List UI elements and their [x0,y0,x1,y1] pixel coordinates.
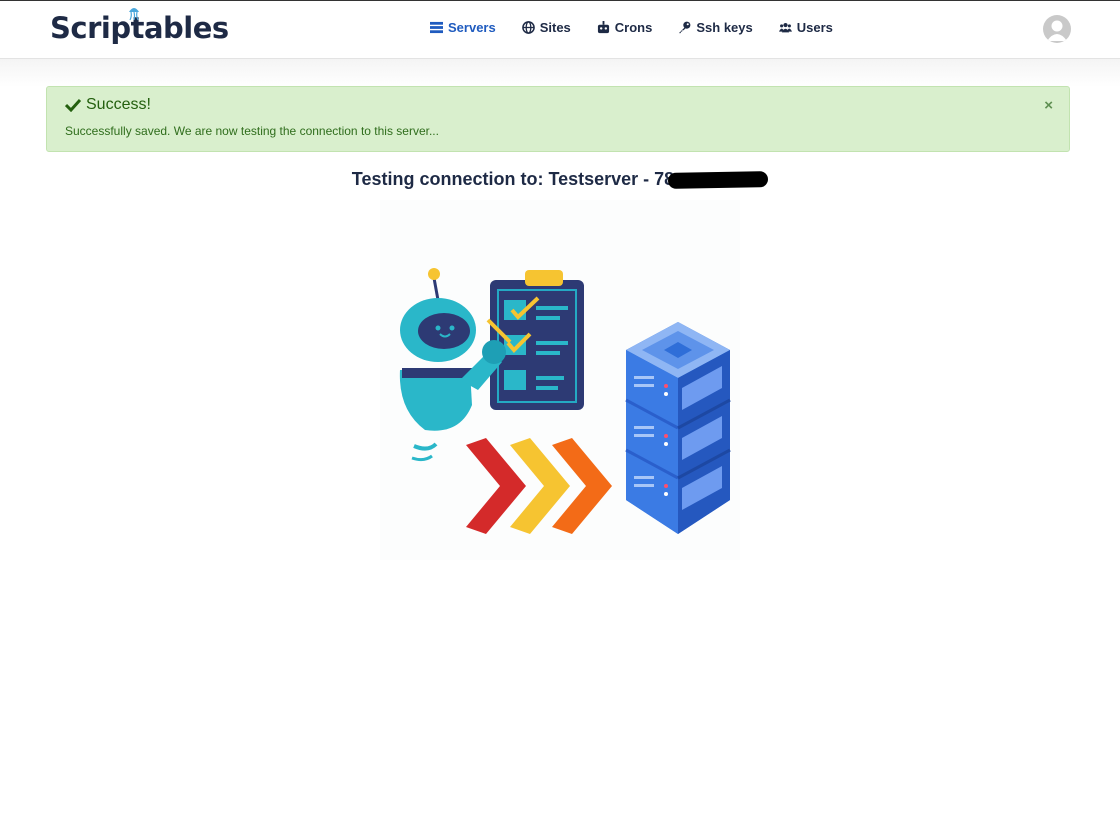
user-avatar[interactable] [1043,15,1071,43]
key-icon [679,21,691,34]
nav-item-users[interactable]: Users [778,20,833,35]
nav-label: Crons [614,20,653,35]
user-icon [1047,20,1067,41]
nav-item-servers[interactable]: Servers [430,20,496,35]
server-icon [430,21,443,34]
jellyfish-icon [129,8,139,21]
success-alert: Success! Successfully saved. We are now … [46,86,1070,152]
globe-icon [521,21,535,34]
close-icon[interactable]: × [1044,97,1053,114]
brand-logo[interactable]: Scriptables [50,8,229,45]
alert-title: Success! [65,96,151,114]
nav-item-crons[interactable]: Crons [597,20,653,35]
nav-item-sites[interactable]: Sites [521,20,571,35]
main-nav: Servers Sites Crons Ssh keys Users [430,20,833,35]
page-title: Testing connection to: Testserver - 78 [0,169,1120,190]
robot-server-illustration [399,268,731,534]
users-icon [778,22,792,33]
header-shadow [0,59,1120,87]
robot-icon [597,21,609,34]
nav-label: Sites [539,20,571,35]
heading-text: Testing connection to: Testserver - 78 [351,169,675,189]
nav-label: Users [796,20,833,35]
nav-item-ssh-keys[interactable]: Ssh keys [678,20,753,35]
check-icon [65,98,81,112]
redacted-ip [668,171,769,190]
alert-title-text: Success! [86,96,151,113]
alert-message: Successfully saved. We are now testing t… [65,124,439,138]
connection-test-illustration [380,200,740,560]
nav-label: Ssh keys [696,20,753,35]
nav-label: Servers [448,20,496,35]
navbar: Scriptables Servers Sites Crons Ssh keys… [0,1,1120,59]
